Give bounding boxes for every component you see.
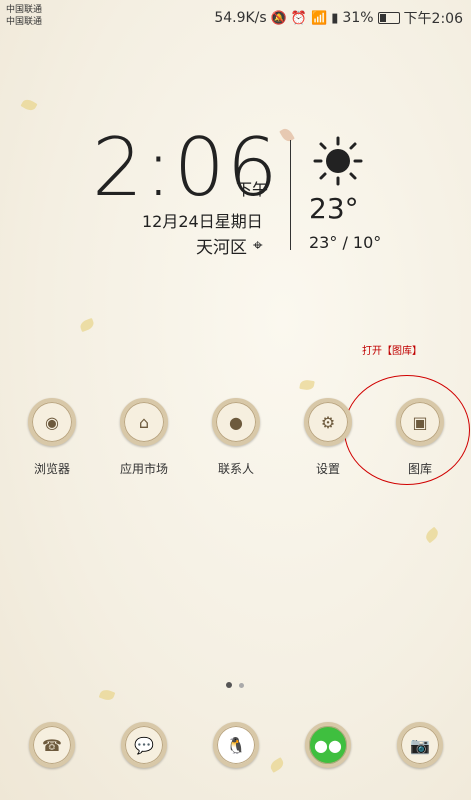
page-dot: [239, 683, 244, 688]
app-gallery[interactable]: ▣ 图库: [380, 398, 460, 477]
widget-divider: [290, 140, 291, 250]
status-bar: 中国联通 中国联通 54.9K/s 🔕 ⏰ 📶 ▮ 31% 下午2:06: [0, 0, 471, 34]
alarm-icon: ⏰: [290, 10, 308, 26]
app-settings[interactable]: ⚙ 设置: [288, 398, 368, 477]
signal-icon: ▮: [331, 10, 339, 26]
sun-icon: [313, 136, 363, 186]
qq-icon: 🐧: [213, 722, 259, 768]
clock-ampm: 下午: [236, 180, 269, 199]
dock-wechat[interactable]: ●●: [288, 722, 368, 768]
app-contacts[interactable]: ● 联系人: [196, 398, 276, 477]
clock-date: 12月24日星期日: [142, 212, 263, 231]
camera-icon: 📷: [397, 722, 443, 768]
app-label: 浏览器: [33, 462, 70, 476]
carrier-1: 中国联通: [6, 5, 43, 15]
dock-messages[interactable]: 💬: [104, 722, 184, 768]
location-pin-icon: ⌖: [253, 235, 263, 256]
wifi-icon: 📶: [311, 10, 328, 26]
phone-icon: ☎: [29, 722, 75, 768]
status-time: 下午2:06: [403, 11, 463, 27]
basket-icon: ⌂: [120, 398, 168, 446]
carrier-info: 中国联通 中国联通: [6, 4, 42, 28]
carrier-2: 中国联通: [6, 17, 43, 27]
globe-icon: ◉: [28, 398, 76, 446]
battery-icon: [377, 12, 400, 24]
wechat-icon: ●●: [305, 722, 351, 768]
mute-icon: 🔕: [270, 10, 287, 26]
app-market[interactable]: ⌂ 应用市场: [104, 398, 184, 477]
gear-icon: ⚙: [304, 398, 352, 446]
app-label: 设置: [315, 462, 340, 476]
dock-phone[interactable]: ☎: [12, 722, 92, 768]
battery-percent: 31%: [342, 10, 374, 26]
app-label: 联系人: [217, 462, 254, 476]
gallery-icon: ▣: [396, 398, 444, 446]
instruction-annotation: 打开【图库】: [362, 346, 422, 357]
app-label: 图库: [407, 462, 432, 476]
dock-camera[interactable]: 📷: [380, 722, 460, 768]
weather-temperature[interactable]: 23°: [309, 192, 359, 225]
network-speed: 54.9K/s: [214, 10, 267, 26]
page-indicator: [226, 682, 244, 688]
dock-qq[interactable]: 🐧: [196, 722, 276, 768]
weather-range: 23° / 10°: [309, 233, 382, 252]
page-dot-active: [226, 682, 232, 688]
app-label: 应用市场: [119, 462, 168, 476]
contact-icon: ●: [212, 398, 260, 446]
status-right: 54.9K/s 🔕 ⏰ 📶 ▮ 31% 下午2:06: [214, 8, 463, 28]
weather-location[interactable]: 天河区 ⌖: [196, 233, 263, 259]
app-browser[interactable]: ◉ 浏览器: [12, 398, 92, 477]
message-icon: 💬: [121, 722, 167, 768]
location-label: 天河区: [196, 238, 247, 258]
